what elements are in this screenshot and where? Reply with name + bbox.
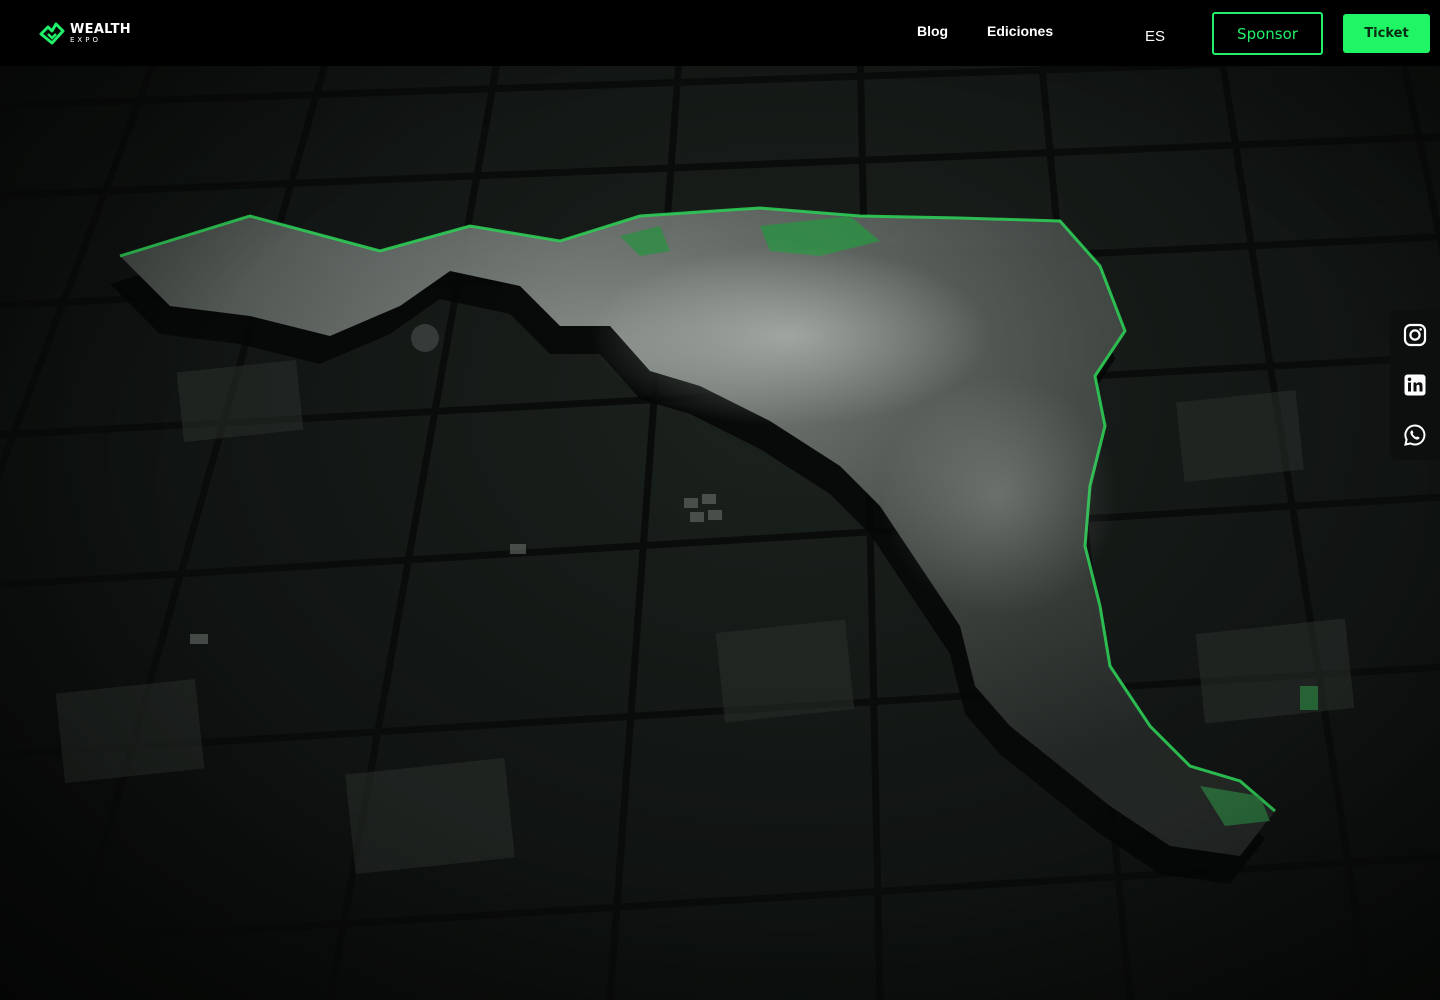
social-links-rail (1390, 310, 1440, 460)
instagram-link[interactable] (1402, 322, 1428, 348)
whatsapp-icon (1404, 424, 1426, 446)
logo-link[interactable]: WEALTH EXPO (38, 17, 148, 49)
logo-text: WEALTH EXPO (70, 23, 131, 44)
nav-link-ediciones[interactable]: Ediciones (987, 22, 1053, 40)
nav-link-blog[interactable]: Blog (917, 22, 948, 40)
ticket-button[interactable]: Ticket (1343, 14, 1430, 53)
hero-map-graphic (0, 66, 1440, 1000)
sponsor-button[interactable]: Sponsor (1212, 12, 1323, 55)
wealth-expo-logo-mark-icon (39, 22, 65, 45)
page: WEALTH EXPO Blog Ediciones ES Sponsor Ti… (0, 0, 1440, 1000)
linkedin-icon (1404, 374, 1426, 396)
logo-word: WEALTH (70, 21, 131, 37)
hero-map-visual (0, 66, 1440, 1000)
whatsapp-link[interactable] (1402, 422, 1428, 448)
instagram-icon (1403, 323, 1427, 347)
language-selector[interactable]: ES (1145, 28, 1165, 46)
top-navigation-bar: WEALTH EXPO Blog Ediciones ES Sponsor Ti… (0, 0, 1440, 66)
linkedin-link[interactable] (1402, 372, 1428, 398)
logo-subword: EXPO (70, 35, 101, 44)
